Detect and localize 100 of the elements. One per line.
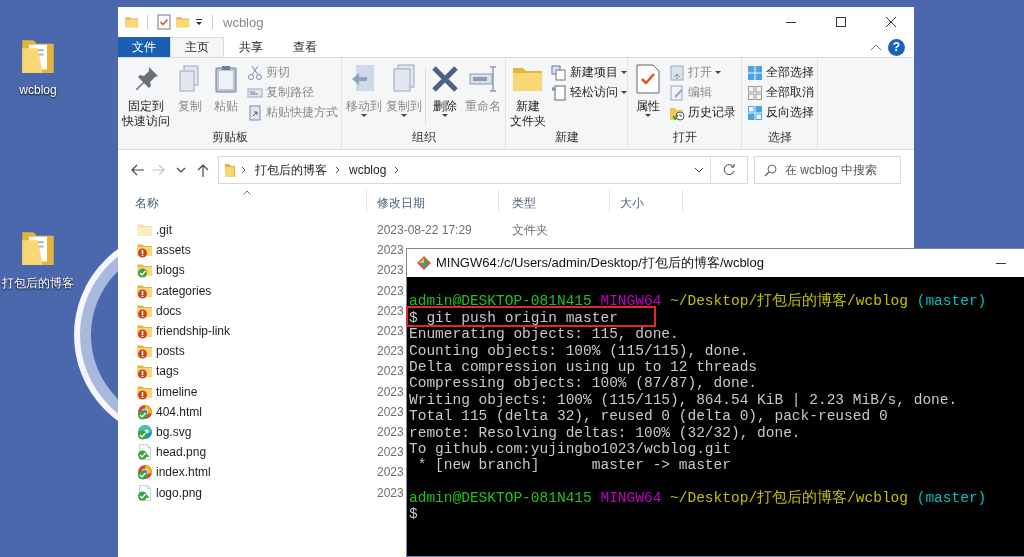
caret-icon [715, 71, 721, 74]
output-line: * [new branch] master -> master [416, 457, 731, 474]
help-button[interactable]: ? [888, 38, 905, 56]
group-label: 选择 [766, 129, 793, 146]
file-name[interactable]: posts [156, 344, 185, 359]
caret-icon [621, 91, 627, 94]
collapse-ribbon-icon[interactable] [870, 43, 882, 51]
output-line: remote: Resolving deltas: 100% (32/32), done. [409, 424, 801, 441]
ribbon-button[interactable]: 固定到 快速访问 [121, 63, 171, 129]
prompt-user: admin@DESKTOP-081N415 [409, 293, 592, 310]
date-cell: 2023 [377, 485, 404, 500]
file-name[interactable]: docs [156, 303, 182, 318]
date-cell: 2023 [377, 263, 404, 278]
ribbon-button[interactable]: 新建 文件夹 [509, 63, 547, 129]
back-icon [130, 163, 144, 177]
rename-icon [467, 63, 499, 95]
desktop-icon-label[interactable]: 打包后的博客 [2, 275, 74, 292]
column-header[interactable]: 类型 [499, 190, 610, 212]
output-line: Counting objects: 100% (115/115), done. [409, 342, 749, 359]
caret-icon [645, 114, 651, 117]
ribbon-button[interactable]: 轻松访问 [549, 83, 629, 102]
file-name[interactable]: friendship-link [156, 324, 231, 339]
git-icon [417, 256, 431, 270]
chevron-icon[interactable] [241, 166, 247, 174]
column-header[interactable]: 名称 [127, 190, 367, 212]
output-line: Total 115 (delta 32), reused 0 (delta 0), pack-reused 0 [409, 408, 888, 425]
date-cell: 2023 [377, 465, 404, 480]
ribbon-tab[interactable]: 主页 [170, 37, 224, 57]
output-line: To github.com:yujingbo1023/wcblog.git [409, 440, 731, 457]
shortcut-icon [247, 104, 263, 121]
prompt-host: MINGW64 [600, 293, 662, 310]
command-line: $ git push origin master [409, 309, 618, 326]
file-name[interactable]: head.png [156, 445, 207, 460]
file-name[interactable]: 404.html [156, 404, 203, 419]
file-name[interactable]: .git [156, 223, 172, 238]
dropdown-caret-icon[interactable] [694, 167, 704, 173]
prompt-branch: (master) [916, 490, 987, 507]
file-name[interactable]: timeline [156, 384, 198, 399]
type-cell: 文件夹 [512, 222, 548, 237]
file-name[interactable]: tags [156, 364, 179, 379]
group-label: 剪贴板 [210, 129, 249, 146]
date-cell: 2023 [377, 243, 404, 258]
output-line: Writing objects: 100% (115/115), 864.54 KiB | 2.23 MiB/s, done. [409, 391, 958, 408]
date-cell: 2023 [377, 364, 404, 379]
output-line: Enumerating objects: 115, done. [409, 326, 679, 343]
customize-caret-icon[interactable] [194, 17, 204, 27]
new-item-icon [551, 64, 567, 81]
date-cell: 2023 [377, 404, 404, 419]
breadcrumb-item[interactable]: wcblog [347, 163, 389, 177]
file-name[interactable]: index.html [156, 465, 211, 480]
ribbon-button[interactable]: 全部取消 [745, 83, 816, 102]
properties-icon[interactable] [156, 14, 172, 30]
column-header[interactable]: 修改日期 [367, 190, 499, 212]
refresh-icon [722, 163, 736, 177]
prompt-host: MINGW64 [600, 490, 662, 507]
group-label: 新建 [553, 129, 580, 146]
ribbon-button[interactable]: 全部选择 [745, 63, 816, 82]
file-name[interactable]: bg.svg [156, 424, 192, 439]
ribbon-tab[interactable]: 查看 [278, 37, 332, 57]
date-cell: 2023 [377, 303, 404, 318]
output-line: Delta compression using up to 12 threads [409, 358, 758, 375]
close-icon [886, 17, 896, 27]
ribbon-button[interactable]: 历史记录 [667, 103, 738, 122]
file-name[interactable]: logo.png [156, 485, 203, 500]
forward-icon [152, 163, 166, 177]
ribbon-button[interactable]: 属性 [631, 63, 665, 117]
file-menu-tab[interactable]: 文件 [118, 37, 170, 57]
desktop-icon-label[interactable]: wcblog [19, 83, 57, 97]
chevron-icon[interactable] [335, 166, 341, 174]
caret-icon [176, 167, 186, 173]
search-icon [764, 164, 777, 177]
group-label: 打开 [671, 129, 698, 146]
date-cell: 2023 [377, 324, 404, 339]
up-icon [196, 163, 210, 177]
prompt-path: ~/Desktop/打包后的博客/wcblog [670, 490, 908, 507]
address-bar[interactable]: 打包后的博客 wcblog [218, 156, 748, 184]
output-line: Compressing objects: 100% (87/87), done. [409, 375, 758, 392]
file-name[interactable]: blogs [156, 263, 185, 278]
prompt-branch: (master) [916, 293, 987, 310]
ribbon-button[interactable]: 删除 [428, 63, 462, 117]
file-name[interactable]: categories [156, 283, 212, 298]
date-cell: 2023 [377, 445, 404, 460]
open-icon [669, 64, 685, 81]
date-cell: 2023 [377, 344, 404, 359]
select-none-icon [747, 84, 763, 101]
column-header[interactable]: 大小 [610, 190, 683, 212]
edit-icon [669, 84, 685, 101]
ribbon-button[interactable]: 新建项目 [549, 63, 629, 82]
breadcrumb-item[interactable]: 打包后的博客 [253, 161, 329, 179]
caret-icon [442, 114, 448, 117]
file-name[interactable]: assets [156, 243, 191, 258]
document-icon [551, 84, 567, 101]
ribbon-button[interactable]: 反向选择 [745, 103, 816, 122]
date-cell: 2023-08-22 17:29 [377, 223, 472, 238]
search-field[interactable]: 在 wcblog 中搜索 [754, 156, 901, 184]
ribbon-tab[interactable]: 共享 [224, 37, 278, 57]
caret-icon [361, 114, 367, 117]
folder-icon [225, 163, 235, 177]
chevron-icon[interactable] [394, 166, 401, 174]
command-line: $ [409, 506, 418, 523]
